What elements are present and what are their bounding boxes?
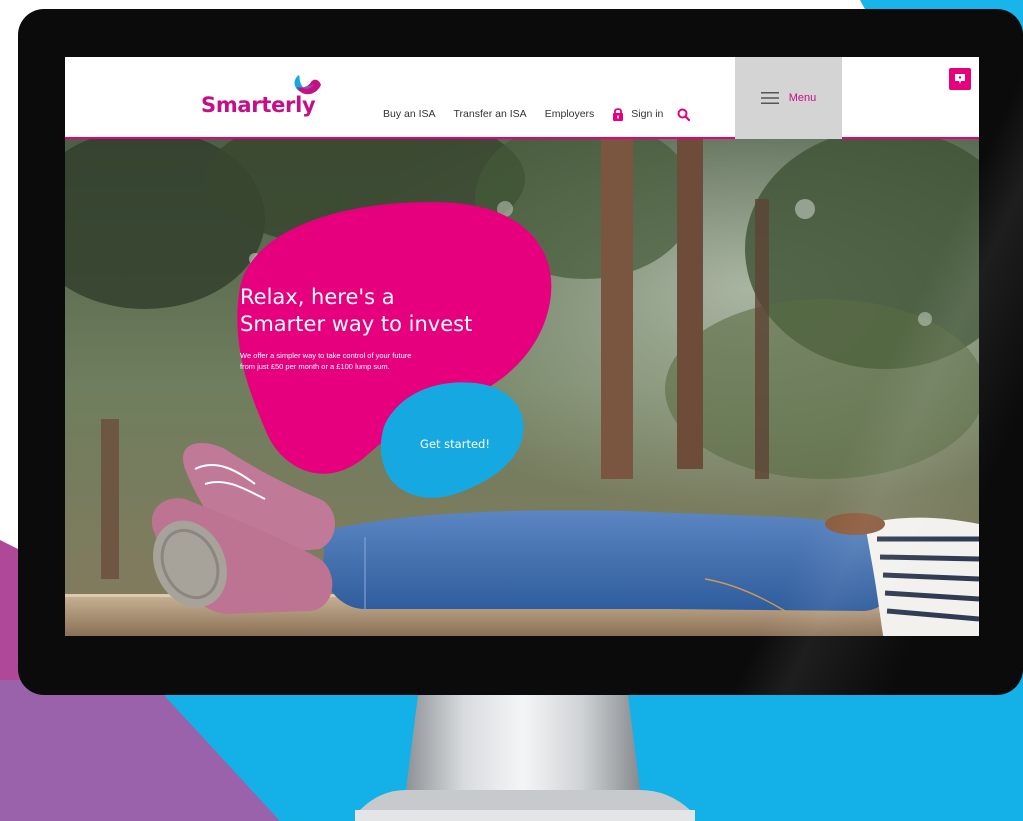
nav-transfer-isa[interactable]: Transfer an ISA <box>454 108 527 120</box>
menu-button[interactable]: Menu <box>735 57 842 139</box>
site-header: Smarterly Buy an ISA Transfer an ISA Emp… <box>65 57 979 139</box>
hero-subtext: We offer a simpler way to take control o… <box>240 350 500 372</box>
nav-buy-isa[interactable]: Buy an ISA <box>383 108 436 120</box>
hero-subtext-line2: from just £50 per month or a £100 lump s… <box>240 362 390 371</box>
sign-in-link[interactable]: Sign in <box>612 107 663 121</box>
hero-heading-line1: Relax, here's a <box>240 285 395 309</box>
lock-icon <box>613 108 624 121</box>
hero-photo <box>65 139 979 636</box>
hero-heading: Relax, here's a Smarter way to invest <box>240 284 530 338</box>
menu-label: Menu <box>788 92 817 104</box>
main-nav: Buy an ISA Transfer an ISA Employers Sig… <box>383 107 691 121</box>
hamburger-icon <box>760 92 779 104</box>
smarterly-logo[interactable]: Smarterly <box>201 75 321 127</box>
hero-subtext-line1: We offer a simpler way to take control o… <box>240 351 412 360</box>
nav-employers[interactable]: Employers <box>545 108 595 120</box>
chat-icon <box>955 74 965 84</box>
sign-in-label: Sign in <box>631 108 664 120</box>
get-started-button[interactable]: Get started! <box>395 429 515 459</box>
website-screen: Smarterly Buy an ISA Transfer an ISA Emp… <box>65 57 979 636</box>
chat-button[interactable] <box>949 68 971 90</box>
hero-section: Relax, here's a Smarter way to invest We… <box>65 139 979 636</box>
logo-text: Smarterly <box>201 93 316 117</box>
hero-heading-line2: Smarter way to invest <box>240 312 473 336</box>
search-icon[interactable] <box>677 108 691 121</box>
